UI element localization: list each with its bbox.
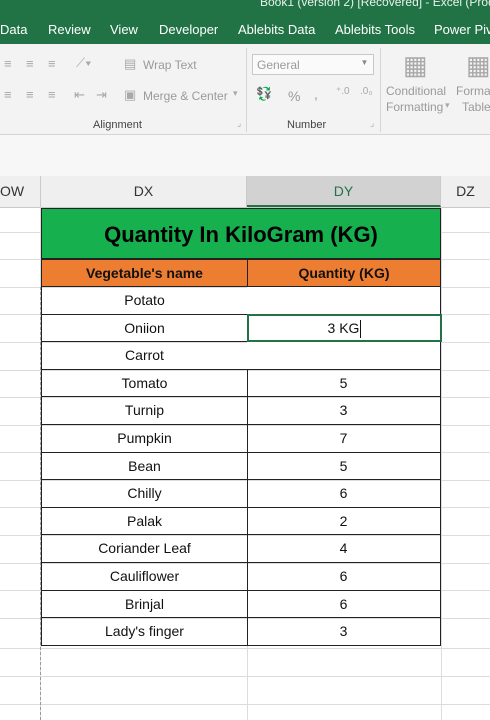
alignment-group-label: Alignment [93, 119, 142, 131]
decrease-decimal-icon[interactable]: .0₀ [360, 86, 373, 97]
increase-decimal-icon[interactable]: ⁺.0 [336, 86, 350, 97]
vegetable-name-cell[interactable]: Cauliflower [41, 563, 248, 591]
format-as-table-icon[interactable]: ▦ [466, 50, 490, 81]
conditional-formatting-icon[interactable]: ▦ [403, 50, 428, 81]
group-divider [246, 48, 247, 132]
quantity-cell[interactable]: 3 [247, 397, 441, 425]
accounting-format-icon[interactable]: 💱 [256, 86, 272, 102]
vegetable-name-cell[interactable]: Tomato [41, 369, 248, 398]
align-center-icon[interactable]: ≡ [26, 87, 34, 102]
column-header-dx[interactable]: DX [41, 176, 247, 207]
text-cursor [360, 320, 362, 339]
menu-ablebits-tools[interactable]: Ablebits Tools [335, 22, 415, 37]
vegetable-name-cell[interactable]: Brinjal [41, 590, 248, 619]
quantity-cell[interactable]: 4 [247, 535, 441, 563]
chevron-down-icon[interactable]: ▼ [358, 58, 371, 71]
vegetable-name-cell[interactable]: Pumpkin [41, 425, 248, 453]
column-header-dw[interactable]: OW [0, 176, 41, 207]
align-top-icon[interactable]: ≡ [4, 56, 12, 71]
group-divider [380, 48, 381, 132]
quantity-cell[interactable]: 6 [247, 563, 441, 591]
gridline-column [441, 207, 442, 720]
quantity-cell[interactable]: 7 [247, 425, 441, 453]
vegetable-name-cell[interactable]: Bean [41, 452, 248, 481]
quantity-cell[interactable]: 6 [247, 590, 441, 619]
align-right-icon[interactable]: ≡ [48, 87, 56, 102]
conditional-formatting-label-2[interactable]: Formatting [386, 100, 443, 114]
decrease-indent-icon[interactable]: ⇤ [74, 87, 85, 103]
vegetable-name-cell[interactable]: Turnip [41, 397, 248, 425]
table-title[interactable]: Quantity In KiloGram (KG) [41, 208, 441, 259]
wrap-text-icon: ▤ [124, 56, 137, 71]
header-vegetable-name[interactable]: Vegetable's name [41, 259, 248, 287]
vegetable-name-cell[interactable]: Oniion [41, 314, 248, 343]
wrap-text-button[interactable]: Wrap Text [143, 58, 197, 72]
gridline-row [0, 704, 490, 705]
conditional-formatting-label-1[interactable]: Conditional [386, 84, 446, 98]
menu-view[interactable]: View [110, 22, 138, 37]
vegetable-name-cell[interactable]: Lady's finger [41, 618, 248, 646]
align-left-icon[interactable]: ≡ [4, 87, 12, 102]
gridline-row [0, 648, 490, 649]
orientation-icon[interactable]: ⟋▾ [76, 55, 91, 71]
alignment-launcher-icon[interactable]: ⌟ [237, 118, 241, 129]
quantity-cell[interactable]: 3 [247, 618, 441, 646]
column-header-dz[interactable]: DZ [441, 176, 490, 207]
menu-review[interactable]: Review [48, 22, 91, 37]
quantity-cell[interactable]: 6 [247, 480, 441, 508]
header-quantity[interactable]: Quantity (KG) [247, 259, 441, 287]
column-header-dy[interactable]: DY [247, 176, 441, 207]
increase-indent-icon[interactable]: ⇥ [96, 87, 107, 103]
align-bottom-icon[interactable]: ≡ [48, 56, 56, 71]
menu-data[interactable]: Data [0, 22, 27, 37]
menu-developer[interactable]: Developer [159, 22, 218, 37]
vegetable-name-cell[interactable]: Palak [41, 507, 248, 536]
window-title: Book1 (version 2) [Recovered] - Excel (P… [260, 0, 490, 9]
active-cell-text: 3 KG [327, 320, 360, 336]
menu-ablebits-data[interactable]: Ablebits Data [238, 22, 315, 37]
vegetable-name-cell[interactable]: Chilly [41, 480, 248, 508]
format-as-table-label-2[interactable]: Table [462, 100, 490, 114]
active-cell-editor[interactable]: 3 KG [247, 314, 442, 342]
number-format-value: General [257, 58, 300, 72]
quantity-cell[interactable]: 5 [247, 369, 441, 398]
menu-power-pivot[interactable]: Power Pivo [434, 22, 490, 37]
formula-bar-area [0, 135, 490, 177]
quantity-cell[interactable]: 2 [247, 507, 441, 536]
format-as-table-label-1[interactable]: Forma [456, 84, 490, 98]
vegetable-name-cell[interactable]: Carrot [41, 342, 248, 370]
merge-dropdown-icon[interactable]: ▾ [233, 88, 238, 99]
quantity-cell[interactable]: 5 [247, 452, 441, 481]
vegetable-name-cell[interactable]: Coriander Leaf [41, 535, 248, 563]
vegetable-name-cell[interactable]: Potato [41, 287, 248, 315]
column-header-row: OW DX DY DZ [0, 176, 490, 208]
gridline-row [0, 676, 490, 677]
merge-center-button[interactable]: Merge & Center [143, 89, 228, 103]
comma-style-button[interactable]: , [314, 86, 318, 102]
conditional-dropdown-icon[interactable]: ▾ [445, 100, 450, 111]
percent-style-button[interactable]: % [288, 88, 300, 104]
number-format-dropdown[interactable]: General ▼ [252, 54, 374, 75]
align-middle-icon[interactable]: ≡ [26, 56, 34, 71]
number-group-label: Number [287, 119, 327, 131]
merge-center-icon: ▣ [124, 87, 137, 102]
number-launcher-icon[interactable]: ⌟ [370, 118, 374, 129]
